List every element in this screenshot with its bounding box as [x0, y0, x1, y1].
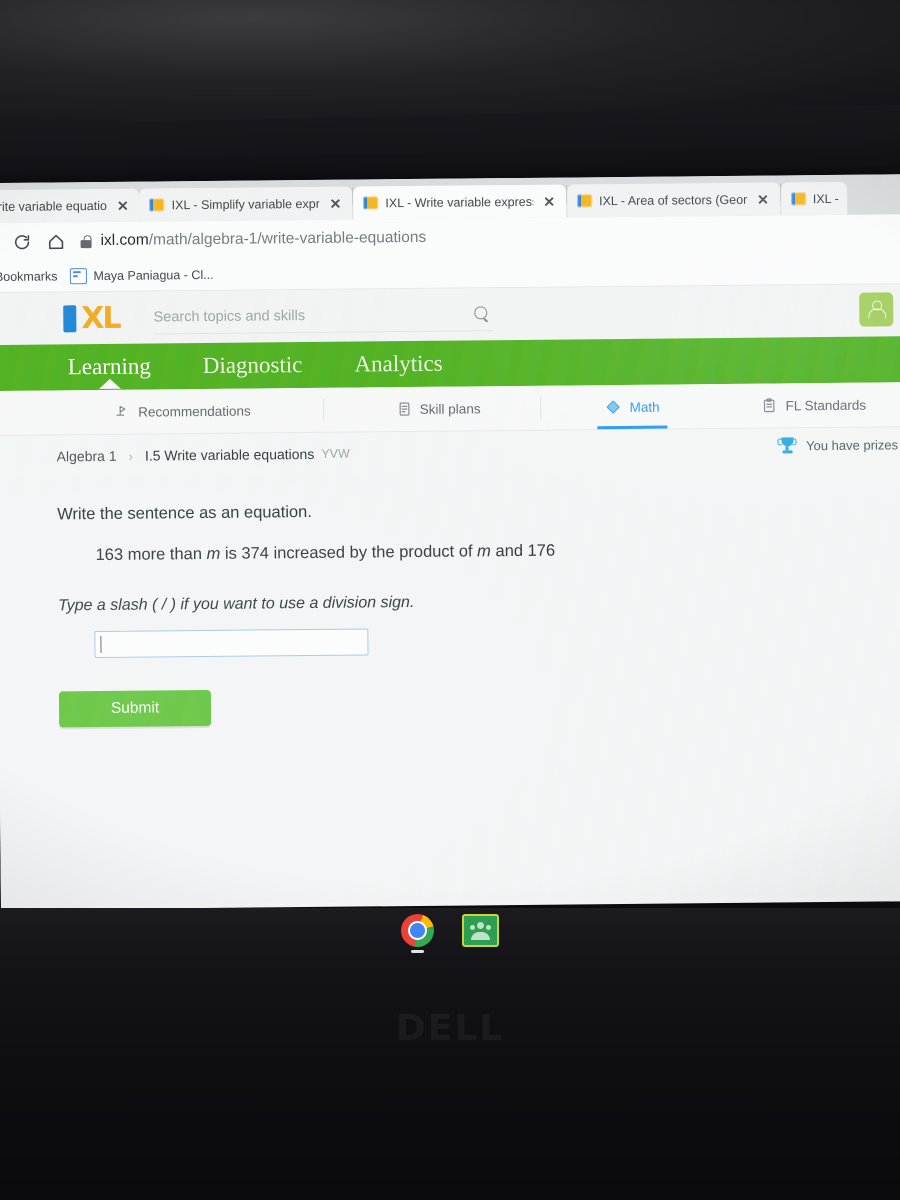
chevron-right-icon: › — [128, 448, 133, 464]
url-text: ixl.com/math/algebra-1/write-variable-eq… — [100, 229, 426, 250]
url-path: /math/algebra-1/write-variable-equations — [148, 228, 427, 249]
ixl-favicon — [363, 196, 379, 210]
question-prompt: Write the sentence as an equation. — [57, 502, 312, 524]
submit-label: Submit — [110, 699, 160, 717]
sentence-part-4: and 176 — [490, 541, 556, 561]
laptop-screen: Write variable equatio ✕ IXL - Simplify … — [0, 174, 900, 910]
standards-icon — [764, 398, 775, 413]
sentence-variable-m-2: m — [477, 542, 491, 561]
taskbar — [0, 914, 900, 953]
subnav-item-skill-plans[interactable]: Skill plans — [382, 386, 495, 431]
reload-icon[interactable] — [4, 227, 38, 257]
browser-tab-0[interactable]: Write variable equatio ✕ — [0, 188, 140, 224]
breadcrumb-skill-code: YVW — [321, 446, 350, 461]
breadcrumb-skill: I.5 Write variable equations — [144, 445, 315, 464]
skill-plans-icon — [399, 402, 410, 416]
browser-tab-4[interactable]: IXL - — [780, 181, 847, 216]
breadcrumb-course[interactable]: Algebra 1 — [57, 448, 117, 465]
subnav-item-math[interactable]: Math — [591, 384, 673, 429]
browser-tab-3[interactable]: IXL - Area of sectors (Geom ✕ — [566, 182, 780, 218]
tab-close-icon[interactable]: ✕ — [540, 193, 558, 209]
ixl-page: XL Search topics and skills Learning Dia… — [0, 284, 900, 906]
prizes-banner[interactable]: You have prizes to — [776, 433, 900, 456]
tab-title: IXL - Write variable express — [385, 194, 534, 210]
url-host: ixl.com — [100, 231, 149, 249]
search-icon[interactable] — [474, 306, 489, 323]
ixl-favicon — [790, 192, 806, 206]
prizes-text: You have prizes to — [805, 436, 900, 453]
nav-item-learning[interactable]: Learning — [42, 353, 177, 380]
bookmarks-label: Bookmarks — [0, 268, 58, 284]
logo-xl-text: XL — [81, 300, 120, 336]
laptop-photo: Write variable equatio ✕ IXL - Simplify … — [0, 0, 900, 1200]
answer-input[interactable] — [94, 628, 369, 659]
subnav-label: Recommendations — [138, 403, 251, 420]
laptop-deck: DELL — [0, 908, 900, 1200]
browser-tab-2[interactable]: IXL - Write variable express ✕ — [353, 184, 567, 220]
lock-icon — [80, 234, 92, 248]
ixl-header: XL Search topics and skills — [0, 284, 900, 345]
address-bar[interactable]: ixl.com/math/algebra-1/write-variable-eq… — [80, 219, 896, 255]
reload-icon-glyph — [14, 234, 29, 249]
bookmark-item-0[interactable]: Maya Paniagua - Cl... — [69, 266, 214, 284]
nav-label: Analytics — [354, 350, 443, 377]
subnav-separator — [540, 396, 542, 419]
tab-close-icon[interactable]: ✕ — [114, 197, 132, 213]
account-icon[interactable] — [859, 292, 894, 327]
account-icon-glyph — [868, 300, 887, 319]
home-icon-glyph — [48, 234, 63, 249]
bookmark-label: Maya Paniagua - Cl... — [93, 267, 214, 283]
chrome-icon[interactable] — [401, 914, 434, 953]
home-icon[interactable] — [38, 226, 72, 256]
math-icon — [607, 400, 620, 414]
trophy-icon — [776, 434, 798, 456]
search-placeholder: Search topics and skills — [153, 307, 306, 325]
text-caret — [100, 635, 102, 653]
nav-label: Learning — [67, 353, 151, 380]
subnav-item-fl-standards[interactable]: FL Standards — [747, 383, 880, 428]
tab-title: IXL - Area of sectors (Geom — [599, 192, 748, 208]
nav-item-analytics[interactable]: Analytics — [328, 350, 468, 377]
logo-i-mark — [63, 304, 77, 332]
subnav-label: Skill plans — [419, 400, 481, 417]
tab-close-icon[interactable]: ✕ — [327, 195, 345, 211]
sentence-variable-m-1: m — [206, 544, 221, 563]
ixl-favicon — [149, 198, 165, 212]
question-body: Write the sentence as an equation. 163 m… — [0, 469, 900, 728]
question-sentence: 163 more than m is 374 increased by the … — [95, 538, 900, 565]
google-classroom-icon[interactable] — [462, 914, 499, 947]
subnav-item-recommendations[interactable]: Recommendations — [100, 388, 265, 434]
subnav-label: FL Standards — [785, 397, 867, 413]
search-input[interactable]: Search topics and skills — [153, 297, 494, 334]
tab-title: Write variable equatio — [0, 198, 107, 214]
browser-tab-1[interactable]: IXL - Simplify variable expre ✕ — [139, 186, 353, 222]
laptop-brand-logo: DELL — [395, 1008, 505, 1049]
subnav-separator — [322, 398, 324, 421]
question-hint: Type a slash ( / ) if you want to use a … — [57, 593, 415, 615]
tab-close-icon[interactable]: ✕ — [754, 191, 772, 207]
nav-label: Diagnostic — [202, 352, 303, 379]
nav-item-diagnostic[interactable]: Diagnostic — [177, 352, 329, 379]
tab-title: IXL - — [812, 191, 839, 206]
submit-button[interactable]: Submit — [58, 689, 212, 728]
ixl-favicon — [577, 194, 593, 208]
doc-icon — [69, 267, 87, 284]
tab-title: IXL - Simplify variable expre — [171, 196, 320, 212]
recommendations-icon — [116, 405, 126, 416]
subnav-label: Math — [629, 399, 660, 415]
ixl-logo[interactable]: XL — [63, 300, 120, 336]
sentence-part-0: 163 more than — [95, 544, 207, 565]
sentence-part-2: is 374 increased by the product of — [220, 542, 478, 563]
